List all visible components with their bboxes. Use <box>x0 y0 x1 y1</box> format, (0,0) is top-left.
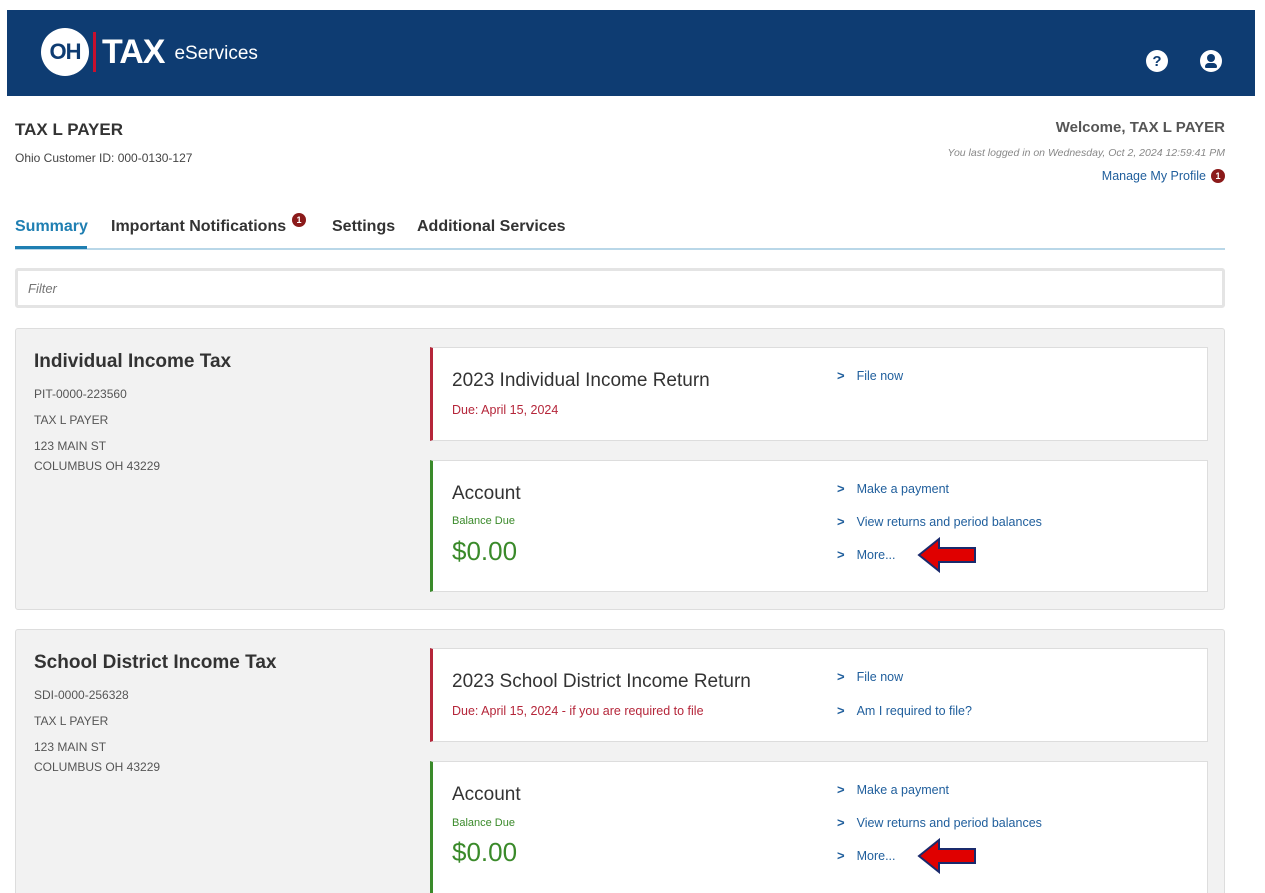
account-card-title: Account <box>452 483 521 504</box>
logo-oh-mark: OH <box>41 28 89 76</box>
welcome-text: Welcome, TAX L PAYER <box>1055 119 1225 136</box>
logo-service-text: eServices <box>174 43 258 64</box>
due-date: Due: April 15, 2024 - if you are require… <box>452 704 704 718</box>
chevron-right-icon: > <box>837 514 845 529</box>
chevron-right-icon: > <box>837 703 845 718</box>
view-returns-link[interactable]: > View returns and period balances <box>837 514 1042 529</box>
address-line-2: COLUMBUS OH 43229 <box>34 760 161 774</box>
filter-box <box>15 268 1225 308</box>
address-line-1: 123 MAIN ST <box>34 740 107 754</box>
annotation-arrow-left-icon <box>917 537 976 573</box>
file-now-link[interactable]: > File now <box>837 368 903 383</box>
payer-name: TAX L PAYER <box>15 120 124 139</box>
account-type-title: Individual Income Tax <box>34 351 232 372</box>
logo-divider <box>93 32 96 72</box>
logo-tax-text: TAX <box>102 32 165 71</box>
ohio-tax-logo[interactable]: OH TAX eServices <box>41 28 258 76</box>
active-tab-indicator <box>15 246 87 249</box>
account-type-title: School District Income Tax <box>34 652 277 673</box>
balance-label: Balance Due <box>452 817 515 829</box>
annotation-arrow-left-icon <box>917 838 976 874</box>
balance-amount: $0.00 <box>452 536 518 566</box>
chevron-right-icon: > <box>837 848 845 863</box>
return-card: 2023 Individual Income Return Due: April… <box>430 347 1208 441</box>
chevron-right-icon: > <box>837 481 845 496</box>
return-card: 2023 School District Income Return Due: … <box>430 648 1208 742</box>
top-bar: OH TAX eServices ? <box>7 10 1255 96</box>
account-info: School District Income Tax SDI-0000-2563… <box>34 652 276 777</box>
chevron-right-icon: > <box>837 669 845 684</box>
am-i-required-link[interactable]: > Am I required to file? <box>837 703 972 718</box>
tab-settings[interactable]: Settings <box>332 218 395 236</box>
chevron-right-icon: > <box>837 547 845 562</box>
return-title: 2023 School District Income Return <box>452 671 751 692</box>
manage-profile-label[interactable]: Manage My Profile <box>1102 169 1206 183</box>
make-payment-link[interactable]: > Make a payment <box>837 481 949 496</box>
notifications-badge: 1 <box>292 210 306 228</box>
account-panel-individual-income-tax: Individual Income Tax PIT-0000-223560 TA… <box>15 328 1225 610</box>
account-card: Account Balance Due $0.00 > Make a paymen… <box>430 460 1208 592</box>
account-card: Account Balance Due $0.00 > Make a paymen… <box>430 761 1208 893</box>
account-card-title: Account <box>452 784 521 805</box>
last-login-text: You last logged in on Wednesday, Oct 2, … <box>947 147 1225 159</box>
view-returns-link[interactable]: > View returns and period balances <box>837 815 1042 830</box>
return-title: 2023 Individual Income Return <box>452 370 710 391</box>
help-icon[interactable]: ? <box>1146 50 1168 72</box>
filter-input[interactable] <box>18 271 1222 305</box>
chevron-right-icon: > <box>837 815 845 830</box>
tab-bar: Summary Important Notifications 1 Settin… <box>15 213 1225 250</box>
due-date: Due: April 15, 2024 <box>452 403 559 417</box>
account-id: PIT-0000-223560 <box>34 387 127 401</box>
more-link[interactable]: > More... <box>837 547 896 562</box>
tab-summary[interactable]: Summary <box>15 218 88 236</box>
account-holder-name: TAX L PAYER <box>34 714 109 728</box>
account-id: SDI-0000-256328 <box>34 688 129 702</box>
user-icon[interactable] <box>1200 50 1222 72</box>
chevron-right-icon: > <box>837 368 845 383</box>
make-payment-link[interactable]: > Make a payment <box>837 782 949 797</box>
account-info: Individual Income Tax PIT-0000-223560 TA… <box>34 351 231 476</box>
address-line-1: 123 MAIN ST <box>34 439 107 453</box>
manage-profile-link[interactable]: Manage My Profile 1 <box>1102 169 1225 183</box>
tab-important-notifications[interactable]: Important Notifications <box>111 218 286 236</box>
account-panel-school-district-income-tax: School District Income Tax SDI-0000-2563… <box>15 629 1225 893</box>
tab-additional-services[interactable]: Additional Services <box>417 218 566 236</box>
account-holder-name: TAX L PAYER <box>34 413 109 427</box>
file-now-link[interactable]: > File now <box>837 669 903 684</box>
customer-id: Ohio Customer ID: 000-0130-127 <box>15 151 193 165</box>
more-link[interactable]: > More... <box>837 848 896 863</box>
balance-amount: $0.00 <box>452 837 518 867</box>
balance-label: Balance Due <box>452 515 515 527</box>
address-line-2: COLUMBUS OH 43229 <box>34 459 161 473</box>
notification-badge: 1 <box>1211 169 1225 183</box>
chevron-right-icon: > <box>837 782 845 797</box>
